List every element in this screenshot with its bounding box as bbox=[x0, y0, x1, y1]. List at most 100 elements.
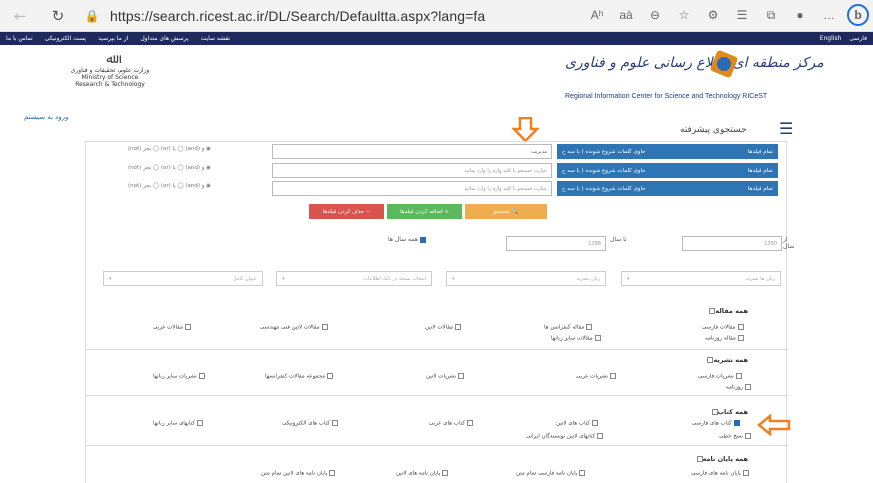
option[interactable]: مقالات لاتین فنی مهندسی bbox=[260, 324, 328, 331]
select-label: زبان ها نشریه bbox=[745, 275, 775, 282]
option[interactable]: مقاله کنفرانس ها bbox=[544, 324, 593, 331]
boolean-options[interactable]: (not) بجز ◯ (or) یا ◯ (and) و ◉ bbox=[128, 146, 211, 152]
center-name-en: Regional Information Center for Science … bbox=[565, 93, 768, 100]
option[interactable]: نشریات عربی bbox=[576, 373, 617, 380]
hamburger-menu-icon[interactable]: ☰ bbox=[779, 119, 793, 138]
section-title: همه پایان نامه bbox=[695, 455, 748, 463]
refresh-icon[interactable]: ↻ bbox=[46, 4, 70, 28]
ricest-logo-center-icon bbox=[717, 57, 731, 71]
field-label: تمام فیلدها bbox=[747, 148, 773, 155]
divider bbox=[86, 445, 788, 446]
search-label: جستجو bbox=[493, 208, 510, 215]
option[interactable]: مقالات لاتین bbox=[425, 324, 461, 331]
boolean-options[interactable]: (not) بجز ◯ (or) یا ◯ (and) و ◉ bbox=[128, 183, 211, 189]
section-title: همه کتاب bbox=[710, 408, 748, 416]
option[interactable]: کتاب های الکترونیکی bbox=[282, 420, 338, 427]
favorites-icon[interactable]: ☰ bbox=[731, 4, 753, 26]
option[interactable]: مقالات سایر زبانها bbox=[551, 335, 601, 342]
title-label: نشریه bbox=[713, 356, 733, 364]
select-label: انتخاب نسخه در بانک اطلاعات bbox=[363, 275, 426, 282]
option[interactable]: کتاب های عربی bbox=[429, 420, 473, 427]
option[interactable]: پایان نامه فارسی تمام متن bbox=[516, 470, 586, 477]
nav-ask[interactable]: از ما بپرسید bbox=[98, 35, 128, 42]
nav-email[interactable]: پست الکترونیکی bbox=[45, 35, 86, 42]
option[interactable]: کتاب های فارسی bbox=[692, 420, 740, 427]
option[interactable]: مجموعه مقالات کنفرانسها bbox=[265, 373, 334, 380]
read-aloud-icon[interactable]: Aʰ bbox=[586, 4, 608, 26]
search-row: (not) بجز ◯ (or) یا ◯ (and) و ◉ عبارت جس… bbox=[86, 181, 788, 199]
to-year-input[interactable]: 1398 bbox=[506, 236, 606, 251]
extensions-icon[interactable]: ⚙ bbox=[702, 4, 724, 26]
boolean-options[interactable]: (not) بجز ◯ (or) یا ◯ (and) و ◉ bbox=[128, 165, 211, 171]
search-button[interactable]: جستجو 🔍 bbox=[465, 204, 547, 219]
all-label: همه bbox=[735, 307, 748, 315]
option[interactable]: نشریات سایر زبانها bbox=[153, 373, 205, 380]
favorite-add-icon[interactable]: ☆ bbox=[673, 4, 695, 26]
all-years-label: همه سال ها bbox=[388, 236, 418, 243]
from-year-input[interactable]: 1350 bbox=[682, 236, 782, 251]
site-header: ﷲ وزارت علوم، تحقیقات و فناوری Ministry … bbox=[0, 45, 873, 109]
iran-emblem-icon: ﷲ bbox=[106, 52, 114, 67]
profile-icon[interactable]: ● bbox=[789, 4, 811, 26]
condition-label: حاوی کلمات شروع شونده ( با سه ح bbox=[562, 167, 646, 174]
option[interactable]: نشریات فارسی bbox=[698, 373, 742, 380]
option[interactable]: نشریات لاتین bbox=[426, 373, 465, 380]
lang-english[interactable]: English bbox=[820, 35, 842, 42]
ministry-logo: ﷲ وزارت علوم، تحقیقات و فناوری Ministry … bbox=[70, 53, 150, 105]
field-select[interactable]: حاوی کلمات شروع شونده ( با سه ح تمام فیلد… bbox=[557, 144, 778, 159]
address-bar[interactable]: https://search.ricest.ac.ir/DL/Search/De… bbox=[110, 8, 485, 24]
center-name-fa: مرکز منطقه ای اطلاع رسانی علوم و فناوری bbox=[565, 55, 824, 71]
top-navbar: تماس با ما پست الکترونیکی از ما بپرسید پ… bbox=[0, 32, 873, 45]
title-label: پایان نامه bbox=[702, 455, 733, 463]
all-years-checkbox[interactable]: همه سال ها bbox=[388, 236, 426, 243]
immersive-reader-icon[interactable]: aà bbox=[615, 4, 637, 26]
add-fields-button[interactable]: اضافه کردن فیلدها + bbox=[387, 204, 462, 219]
option[interactable]: پایان نامه های فارسی bbox=[691, 470, 749, 477]
annotation-arrow-left-icon bbox=[757, 414, 791, 436]
more-icon[interactable]: … bbox=[818, 4, 840, 26]
search-input[interactable]: عبارت جستجو یا کلید واژه را وارد نمائید bbox=[272, 181, 552, 196]
database-select[interactable]: ▾ زبان ها نشریه bbox=[621, 271, 781, 286]
option[interactable]: پایان نامه های لاتین تمام متن bbox=[261, 470, 336, 477]
nav-faq[interactable]: پرسش های متداول bbox=[140, 35, 188, 42]
language-select[interactable]: ▾ زبان نشریه bbox=[446, 271, 606, 286]
search-input[interactable]: عبارت جستجو یا کلید واژه را وارد نمائید bbox=[272, 163, 552, 178]
option[interactable]: مقاله روزنامه bbox=[705, 335, 744, 342]
select-label: عنوان کامل bbox=[232, 275, 257, 282]
option[interactable]: مقالات عربی bbox=[153, 324, 191, 331]
all-label: همه bbox=[735, 356, 748, 364]
login-link[interactable]: ورود به سیستم bbox=[24, 113, 68, 121]
search-row: (not) بجز ◯ (or) یا ◯ (and) و ◉ مدیریت ح… bbox=[86, 144, 788, 162]
checkbox-icon bbox=[419, 236, 426, 243]
divider bbox=[86, 395, 788, 396]
field-select[interactable]: حاوی کلمات شروع شونده ( با سه ح تمام فیلد… bbox=[557, 163, 778, 178]
remove-fields-button[interactable]: حذف کردن فیلدها − bbox=[309, 204, 384, 219]
lang-farsi[interactable]: فارسی bbox=[849, 35, 867, 42]
option[interactable]: کتابهای لاتین نویسندگان ایرانی bbox=[526, 433, 604, 440]
title-select[interactable]: ▾ عنوان کامل bbox=[103, 271, 263, 286]
add-label: اضافه کردن فیلدها bbox=[399, 208, 443, 215]
collections-icon[interactable]: ⧉ bbox=[760, 4, 782, 26]
option[interactable]: مقالات فارسی bbox=[702, 324, 744, 331]
back-icon[interactable]: ← bbox=[8, 4, 32, 28]
lock-icon[interactable]: 🔒 bbox=[80, 4, 104, 28]
nav-sitemap[interactable]: نقشه سایت bbox=[201, 35, 231, 42]
bing-icon[interactable]: b bbox=[847, 4, 869, 26]
remove-label: حذف کردن فیلدها bbox=[322, 208, 364, 215]
all-label: همه bbox=[735, 455, 748, 463]
option[interactable]: کتابهای سایر زبانها bbox=[153, 420, 203, 427]
annotation-arrow-down-icon bbox=[512, 117, 539, 143]
ministry-name-en: Ministry of Science bbox=[81, 74, 139, 81]
divider bbox=[86, 349, 788, 350]
nav-contact[interactable]: تماس با ما bbox=[6, 35, 33, 42]
option[interactable]: پایان نامه های لاتین bbox=[396, 470, 449, 477]
option[interactable]: روزنامه bbox=[726, 384, 752, 391]
search-row: (not) بجز ◯ (or) یا ◯ (and) و ◉ عبارت جس… bbox=[86, 163, 788, 181]
option[interactable]: کتاب های لاتین bbox=[556, 420, 599, 427]
zoom-icon[interactable]: ⊖ bbox=[644, 4, 666, 26]
field-select[interactable]: حاوی کلمات شروع شونده ( با سه ح تمام فیلد… bbox=[557, 181, 778, 196]
search-input[interactable]: مدیریت bbox=[272, 144, 552, 159]
option[interactable]: نسخ خطی bbox=[719, 433, 752, 440]
field-label: تمام فیلدها bbox=[747, 167, 773, 174]
version-select[interactable]: ▾ انتخاب نسخه در بانک اطلاعات bbox=[276, 271, 432, 286]
